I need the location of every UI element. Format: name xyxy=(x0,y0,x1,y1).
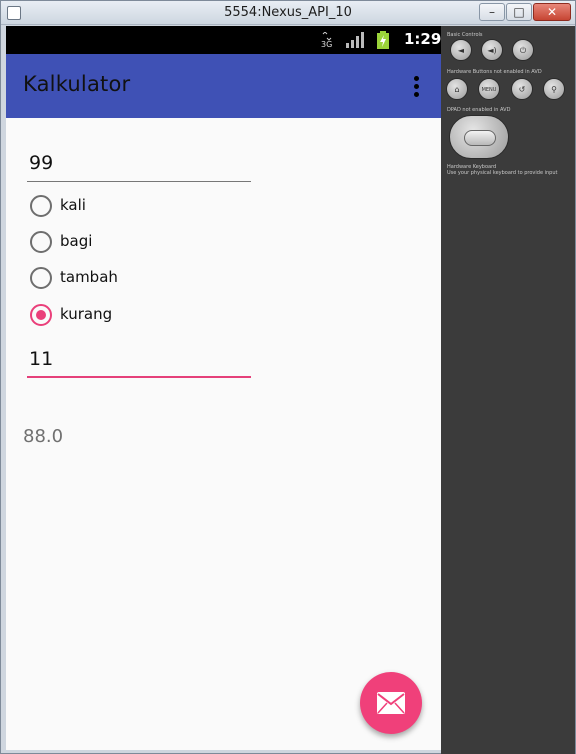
keyboard-hint: Use your physical keyboard to provide in… xyxy=(447,170,558,176)
radio-tambah[interactable]: tambah xyxy=(30,267,230,291)
emulator-controls-panel: Basic Controls ◄ ◄) ⏻ Hardware Buttons n… xyxy=(441,26,575,754)
result-text: 88.0 xyxy=(23,426,64,447)
minimize-button[interactable]: – xyxy=(479,3,505,21)
radio-label: kurang xyxy=(60,305,113,323)
radio-unchecked-icon xyxy=(30,195,52,217)
second-number-input[interactable]: 11 xyxy=(27,344,251,378)
volume-up-button[interactable]: ◄) xyxy=(481,39,503,61)
mail-icon xyxy=(377,692,405,714)
status-bar: 3G 1:29 xyxy=(6,26,441,54)
radio-label: bagi xyxy=(60,232,93,250)
status-clock: 1:29 xyxy=(404,30,441,48)
radio-label: tambah xyxy=(60,268,118,286)
calculator-form: 99 kali bagi tambah kurang 11 88.0 xyxy=(6,118,441,750)
dpad-label: DPAD not enabled in AVD xyxy=(447,107,511,113)
menu-button[interactable]: MENU xyxy=(478,78,500,100)
basic-controls-label: Basic Controls xyxy=(447,32,483,38)
overflow-menu-icon[interactable] xyxy=(408,76,424,98)
window-titlebar: 5554:Nexus_API_10 – □ ✕ xyxy=(1,1,575,25)
page-title: Kalkulator xyxy=(23,72,131,96)
radio-unchecked-icon xyxy=(30,231,52,253)
radio-kurang[interactable]: kurang xyxy=(30,304,230,328)
radio-kali[interactable]: kali xyxy=(30,195,230,219)
back-button[interactable]: ↺ xyxy=(511,78,533,100)
search-icon[interactable]: ⚲ xyxy=(543,78,565,100)
radio-label: kali xyxy=(60,196,86,214)
emulator-window: 5554:Nexus_API_10 – □ ✕ 3G 1:29 Kalkulat… xyxy=(0,0,576,754)
network-3g-icon: 3G xyxy=(321,32,332,48)
power-button[interactable]: ⏻ xyxy=(512,39,534,61)
phone-screen: 3G 1:29 Kalkulator 99 kali bagi tambah k… xyxy=(6,26,441,750)
app-toolbar: Kalkulator xyxy=(6,54,441,118)
first-number-input[interactable]: 99 xyxy=(27,148,251,182)
volume-down-button[interactable]: ◄ xyxy=(450,39,472,61)
email-fab-button[interactable] xyxy=(360,672,422,734)
signal-strength-icon xyxy=(346,32,364,48)
radio-bagi[interactable]: bagi xyxy=(30,231,230,255)
svg-text:3G: 3G xyxy=(321,40,332,48)
hardware-buttons-label: Hardware Buttons not enabled in AVD xyxy=(447,69,542,75)
home-button[interactable]: ⌂ xyxy=(446,78,468,100)
radio-unchecked-icon xyxy=(30,267,52,289)
dpad-control[interactable] xyxy=(449,115,509,159)
maximize-button[interactable]: □ xyxy=(506,3,532,21)
dpad-center-button[interactable] xyxy=(464,130,496,146)
battery-charging-icon xyxy=(377,31,389,49)
radio-checked-icon xyxy=(30,304,52,326)
close-window-button[interactable]: ✕ xyxy=(533,3,571,21)
